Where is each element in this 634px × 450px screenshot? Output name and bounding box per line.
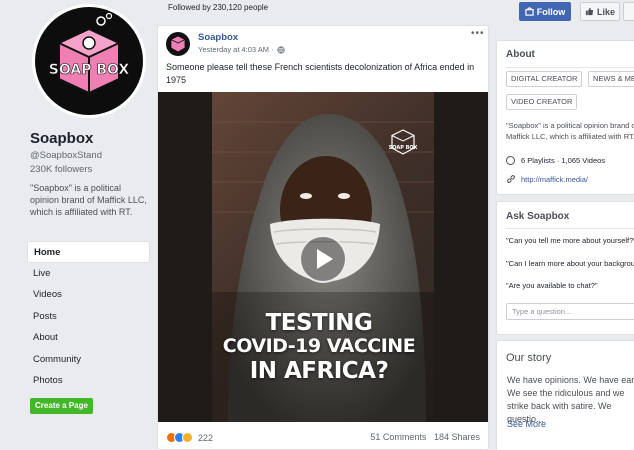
thumbs-up-icon xyxy=(585,7,594,16)
nav-item-videos[interactable]: Videos xyxy=(27,284,150,306)
link-icon xyxy=(507,175,515,183)
about-divider xyxy=(506,67,634,68)
ask-question-2[interactable]: "Can I learn more about your background?… xyxy=(506,258,634,269)
page-handle: @SoapboxStand xyxy=(30,150,102,161)
website-link[interactable]: http://maffick.media/ xyxy=(521,174,588,185)
wow-reaction-icon xyxy=(182,432,193,443)
our-story-card: Our story We have opinions. We have ears… xyxy=(496,340,634,450)
post-card: Soapbox Yesterday at 4:03 AM · ••• Someo… xyxy=(157,25,489,450)
share-count[interactable]: 184 Shares xyxy=(434,432,480,442)
ask-question-1[interactable]: "Can you tell me more about yourself?" xyxy=(506,235,634,246)
video-caption-line-3: IN AFRICA? xyxy=(249,358,389,384)
ask-question-input[interactable]: Type a question... xyxy=(506,303,634,320)
page-nav: Home Live Videos Posts About Community P… xyxy=(27,241,150,392)
about-title: About xyxy=(506,49,535,60)
ask-card: Ask Soapbox "Can you tell me more about … xyxy=(496,201,634,335)
profile-picture[interactable]: SOAP BOX xyxy=(32,4,146,118)
soapbox-logo: SOAP BOX xyxy=(35,7,143,115)
nav-item-home[interactable]: Home xyxy=(27,241,150,263)
video-caption-line-1: TESTING xyxy=(265,310,373,336)
page-bio: "Soapbox" is a political opinion brand o… xyxy=(30,183,147,217)
post-options-ellipsis-icon[interactable]: ••• xyxy=(471,28,485,39)
like-page-button[interactable]: Like xyxy=(580,2,620,21)
follower-count: 230K followers xyxy=(30,164,93,175)
ask-question-3[interactable]: "Are you available to chat?" xyxy=(506,280,598,291)
story-title: Our story xyxy=(506,352,552,364)
category-chip-news-media[interactable]: NEWS & MEDIA xyxy=(588,71,634,87)
follow-label: Follow xyxy=(536,6,566,17)
comment-count[interactable]: 51 Comments xyxy=(370,432,426,442)
share-page-button[interactable] xyxy=(623,2,634,21)
about-card: About DIGITAL CREATOR NEWS & MEDIA VIDEO… xyxy=(496,40,634,195)
category-chip-video-creator[interactable]: VIDEO CREATOR xyxy=(506,94,578,110)
create-page-button[interactable]: Create a Page xyxy=(30,398,93,414)
see-more-link[interactable]: See More xyxy=(507,419,546,429)
nav-item-about[interactable]: About xyxy=(27,327,150,349)
follow-icon xyxy=(525,7,534,16)
about-description: "Soapbox" is a political opinion brand o… xyxy=(506,121,634,141)
post-author[interactable]: Soapbox xyxy=(198,32,238,43)
play-icon xyxy=(317,249,333,269)
video-soapbox-logo: SOAP BOX xyxy=(389,129,418,155)
ask-divider xyxy=(506,228,634,229)
like-label: Like xyxy=(596,6,615,17)
category-chip-digital-creator[interactable]: DIGITAL CREATOR xyxy=(506,71,583,87)
page-name[interactable]: Soapbox xyxy=(30,130,93,147)
post-author-avatar[interactable] xyxy=(166,32,190,56)
video-player[interactable]: SOAP BOX TESTING COVID-19 VACCINE IN AFR… xyxy=(158,92,488,422)
video-logo-text: SOAP BOX xyxy=(389,145,418,151)
nav-item-posts[interactable]: Posts xyxy=(27,306,150,328)
engagement-counts: 51 Comments 184 Shares xyxy=(370,432,480,442)
reaction-icons xyxy=(166,432,193,443)
post-timestamp[interactable]: Yesterday at 4:03 AM · xyxy=(198,45,274,54)
video-caption-line-2: COVID-19 VACCINE xyxy=(222,335,416,357)
play-button[interactable] xyxy=(299,235,347,283)
follow-button[interactable]: Follow xyxy=(519,2,571,21)
reaction-count: 222 xyxy=(198,432,214,443)
left-column: SOAP BOX Soapbox @SoapboxStand 230K foll… xyxy=(0,0,157,450)
nav-item-community[interactable]: Community xyxy=(27,349,150,371)
privacy-globe-icon xyxy=(277,45,285,54)
nav-item-live[interactable]: Live xyxy=(27,263,150,285)
ask-title: Ask Soapbox xyxy=(506,211,570,222)
video-playlist-icon xyxy=(506,156,515,165)
nav-item-photos[interactable]: Photos xyxy=(27,370,150,392)
post-text: Someone please tell these French scienti… xyxy=(166,62,475,85)
svg-text:SOAP BOX: SOAP BOX xyxy=(49,62,130,78)
playlist-count[interactable]: 6 Playlists · 1,065 Videos xyxy=(521,155,605,166)
reaction-summary[interactable]: 222 xyxy=(166,432,213,443)
followed-by-count: Followed by 230,120 people xyxy=(168,3,269,12)
post-meta: Yesterday at 4:03 AM · xyxy=(198,45,285,54)
